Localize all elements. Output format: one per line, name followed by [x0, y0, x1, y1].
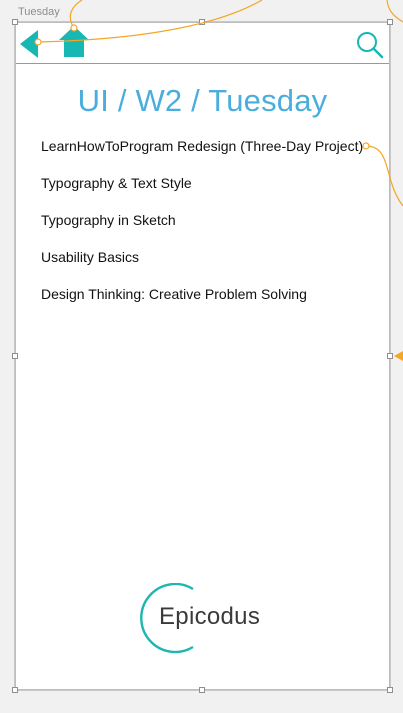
- resize-handle-right[interactable]: [387, 353, 393, 359]
- page-title: UI / W2 / Tuesday: [77, 82, 328, 118]
- resize-handle-bottom-right[interactable]: [387, 687, 393, 693]
- home-icon: [59, 26, 89, 57]
- lesson-link[interactable]: Typography & Text Style: [41, 175, 363, 212]
- lesson-link[interactable]: Usability Basics: [41, 249, 363, 286]
- logo-text: Epicodus: [159, 603, 261, 630]
- resize-handle-top-right[interactable]: [387, 19, 393, 25]
- header-divider: [15, 63, 390, 64]
- link-arrow-icon: [394, 351, 403, 361]
- lesson-link[interactable]: Typography in Sketch: [41, 212, 363, 249]
- artboard-label[interactable]: Tuesday: [18, 6, 60, 18]
- epicodus-logo: Epicodus: [127, 583, 282, 655]
- back-arrow-icon: [20, 30, 38, 58]
- search-icon: [357, 32, 384, 59]
- artboard: UI / W2 / Tuesday LearnHowToProgram Rede…: [15, 22, 390, 690]
- resize-handle-bottom[interactable]: [199, 687, 205, 693]
- lesson-link[interactable]: Design Thinking: Creative Problem Solvin…: [41, 286, 363, 323]
- resize-handle-top[interactable]: [199, 19, 205, 25]
- lesson-link[interactable]: LearnHowToProgram Redesign (Three-Day Pr…: [41, 138, 363, 175]
- home-button[interactable]: [59, 26, 89, 58]
- resize-handle-left[interactable]: [12, 353, 18, 359]
- resize-handle-top-left[interactable]: [12, 19, 18, 25]
- search-button[interactable]: [356, 31, 384, 59]
- back-button[interactable]: [20, 30, 40, 58]
- resize-handle-bottom-left[interactable]: [12, 687, 18, 693]
- lesson-list: LearnHowToProgram Redesign (Three-Day Pr…: [41, 138, 363, 323]
